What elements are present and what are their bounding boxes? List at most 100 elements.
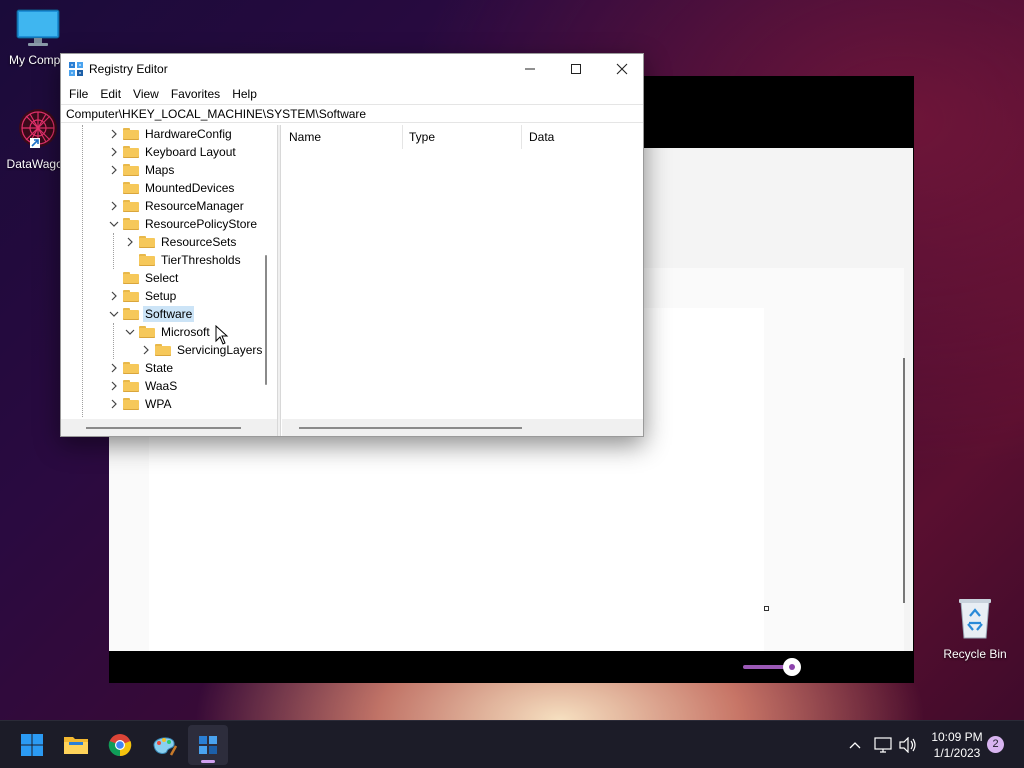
maximize-icon: [571, 64, 581, 74]
resize-handle[interactable]: [764, 606, 769, 611]
background-app-scrollbar[interactable]: [903, 358, 905, 603]
folder-icon: [64, 737, 88, 754]
volume-button[interactable]: [897, 737, 919, 753]
list-horizontal-scroll-thumb[interactable]: [299, 427, 522, 429]
chevron-down-icon[interactable]: [107, 305, 121, 323]
mouse-cursor-icon: [215, 325, 229, 345]
column-header-data[interactable]: Data: [522, 125, 643, 149]
folder-icon: [139, 236, 155, 248]
tree-node-keyboard-layout[interactable]: Keyboard Layout: [107, 143, 238, 161]
values-list: Name Type Data: [282, 125, 643, 436]
tree-node-resourcemanager[interactable]: ResourceManager: [107, 197, 246, 215]
folder-icon: [123, 272, 139, 284]
chevron-right-icon[interactable]: [107, 125, 121, 143]
zoom-slider-knob[interactable]: [783, 658, 801, 676]
tree-node-label: Keyboard Layout: [145, 145, 236, 159]
network-button[interactable]: [869, 737, 897, 753]
chevron-right-icon[interactable]: [123, 233, 137, 251]
taskbar-chrome[interactable]: [100, 725, 140, 765]
folder-icon: [123, 182, 139, 194]
tree-node-spacer: [107, 179, 121, 197]
taskbar-clock[interactable]: 10:09 PM 1/1/2023: [925, 729, 989, 761]
tree-node-label: Microsoft: [161, 325, 210, 339]
tree-node-resourcepolicystore[interactable]: ResourcePolicyStore: [107, 215, 259, 233]
monitor-icon: [16, 9, 60, 46]
tree-guide-line: [113, 323, 114, 359]
system-tray: [845, 721, 919, 768]
tree-node-maps[interactable]: Maps: [107, 161, 176, 179]
list-horizontal-scrollbar[interactable]: [282, 419, 643, 436]
tree-node-state[interactable]: State: [107, 359, 175, 377]
menu-bar: File Edit View Favorites Help: [61, 84, 643, 104]
clock-date: 1/1/2023: [933, 746, 981, 760]
tree-vertical-scrollbar[interactable]: [265, 255, 267, 385]
close-button[interactable]: [599, 54, 645, 84]
taskbar-registry-editor[interactable]: [188, 725, 228, 765]
desktop-icon-label: Recycle Bin: [943, 647, 1007, 661]
taskbar-paint[interactable]: [144, 725, 184, 765]
start-button[interactable]: [12, 725, 52, 765]
chevron-right-icon[interactable]: [107, 287, 121, 305]
minimize-button[interactable]: [507, 54, 553, 84]
tree-node-microsoft[interactable]: Microsoft: [123, 323, 212, 341]
chevron-right-icon[interactable]: [107, 359, 121, 377]
tree-node-select[interactable]: Select: [107, 269, 180, 287]
datawagon-app-icon: [19, 109, 57, 148]
column-header-name[interactable]: Name: [282, 125, 403, 149]
pane-splitter[interactable]: [277, 125, 281, 436]
tree-node-mounteddevices[interactable]: MountedDevices: [107, 179, 236, 197]
tree-node-tierthresholds[interactable]: TierThresholds: [123, 251, 243, 269]
tree-node-resourcesets[interactable]: ResourceSets: [123, 233, 238, 251]
folder-icon: [123, 218, 139, 230]
speaker-icon: [899, 737, 916, 753]
chevron-down-icon[interactable]: [107, 215, 121, 233]
menu-view[interactable]: View: [127, 84, 165, 104]
chevron-right-icon[interactable]: [139, 341, 153, 359]
tree-node-label: HardwareConfig: [145, 127, 232, 141]
tree-horizontal-scroll-thumb[interactable]: [86, 427, 241, 429]
tree-node-label: Select: [145, 271, 179, 285]
folder-icon: [123, 362, 139, 374]
tree-node-spacer: [123, 251, 137, 269]
folder-icon: [123, 128, 139, 140]
tree-node-software[interactable]: Software: [107, 305, 195, 323]
network-icon: [874, 737, 892, 753]
tree-horizontal-scrollbar[interactable]: [61, 419, 277, 436]
title-bar[interactable]: Registry Editor: [61, 54, 643, 84]
folder-icon: [123, 146, 139, 158]
menu-file[interactable]: File: [63, 84, 94, 104]
chevron-right-icon[interactable]: [107, 143, 121, 161]
registry-editor-window: Registry Editor File Edit View Favorites…: [60, 53, 644, 437]
notification-badge[interactable]: 2: [987, 736, 1004, 753]
maximize-button[interactable]: [553, 54, 599, 84]
desktop-icon-recycle-bin[interactable]: Recycle Bin: [942, 596, 1008, 661]
taskbar-file-explorer[interactable]: [56, 725, 96, 765]
chevron-down-icon[interactable]: [123, 323, 137, 341]
recycle-bin-icon: [959, 599, 991, 639]
menu-edit[interactable]: Edit: [94, 84, 127, 104]
chevron-right-icon[interactable]: [107, 161, 121, 179]
chevron-right-icon[interactable]: [107, 395, 121, 413]
folder-icon: [123, 308, 139, 320]
key-tree: HardwareConfig Keyboard Layout Maps Mounted…: [61, 125, 277, 436]
menu-help[interactable]: Help: [226, 84, 263, 104]
registry-icon: [69, 62, 83, 76]
tree-node-label: ResourcePolicyStore: [145, 217, 258, 231]
show-hidden-icons-button[interactable]: [845, 741, 865, 749]
menu-favorites[interactable]: Favorites: [165, 84, 226, 104]
tree-node-wpa[interactable]: WPA: [107, 395, 173, 413]
folder-icon: [123, 164, 139, 176]
chevron-right-icon[interactable]: [107, 377, 121, 395]
chevron-right-icon[interactable]: [107, 197, 121, 215]
column-header-type[interactable]: Type: [402, 125, 522, 149]
tree-node-setup[interactable]: Setup: [107, 287, 178, 305]
address-bar[interactable]: Computer\HKEY_LOCAL_MACHINE\SYSTEM\Softw…: [61, 104, 643, 123]
chrome-icon: [108, 734, 132, 757]
tree-node-hardwareconfig[interactable]: HardwareConfig: [107, 125, 234, 143]
tree-node-servicinglayers[interactable]: ServicingLayers: [139, 341, 264, 359]
chevron-up-icon: [849, 742, 861, 749]
tree-node-spacer: [107, 269, 121, 287]
zoom-slider-track[interactable]: [743, 665, 787, 669]
tree-node-waas[interactable]: WaaS: [107, 377, 179, 395]
folder-icon: [123, 380, 139, 392]
